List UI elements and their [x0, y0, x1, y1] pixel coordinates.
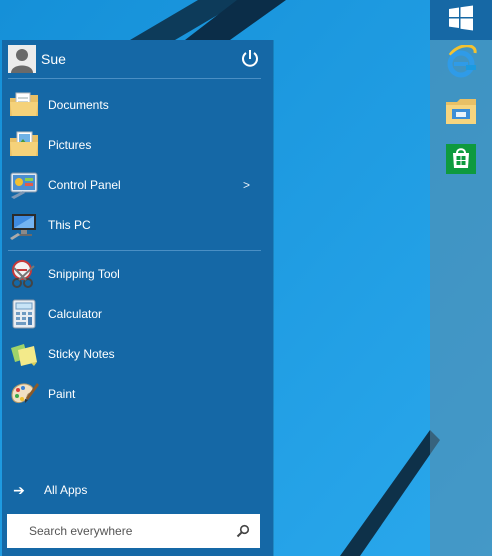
- user-name: Sue: [41, 51, 66, 67]
- start-button[interactable]: [430, 0, 492, 40]
- pictures-folder-icon: [8, 129, 40, 161]
- menu-item-label: This PC: [48, 218, 91, 232]
- menu-item-documents[interactable]: Documents: [6, 86, 270, 124]
- control-panel-icon: [8, 169, 40, 201]
- paint-icon: [8, 378, 40, 410]
- menu-item-sticky-notes[interactable]: Sticky Notes: [6, 335, 270, 373]
- menu-item-paint[interactable]: Paint: [6, 375, 270, 413]
- taskbar: [430, 0, 492, 556]
- windows-start-icon: [448, 5, 474, 36]
- submenu-chevron-icon[interactable]: >: [243, 178, 250, 192]
- power-icon[interactable]: [238, 47, 262, 71]
- menu-item-label: Pictures: [48, 138, 92, 152]
- menu-item-label: Documents: [48, 98, 109, 112]
- menu-item-label: Calculator: [48, 307, 103, 321]
- menu-item-calculator[interactable]: Calculator: [6, 295, 270, 333]
- file-explorer-icon[interactable]: [444, 94, 478, 128]
- user-avatar-icon: [8, 45, 36, 73]
- all-apps-label: All Apps: [44, 483, 88, 497]
- snipping-tool-icon: [8, 258, 40, 290]
- menu-item-control-panel[interactable]: Control Panel >: [6, 166, 270, 204]
- menu-item-snipping-tool[interactable]: Snipping Tool: [6, 255, 270, 293]
- documents-folder-icon: [8, 89, 40, 121]
- menu-item-label: Snipping Tool: [48, 267, 120, 281]
- calculator-icon: [8, 298, 40, 330]
- search-icon[interactable]: [236, 524, 250, 538]
- menu-item-this-pc[interactable]: This PC: [6, 206, 270, 244]
- menu-item-pictures[interactable]: Pictures: [6, 126, 270, 164]
- divider: [8, 78, 261, 79]
- internet-explorer-icon[interactable]: [444, 44, 478, 79]
- arrow-right-icon: ➔: [13, 481, 25, 498]
- menu-item-label: Paint: [48, 387, 76, 401]
- search-box[interactable]: [7, 514, 260, 548]
- search-input[interactable]: [27, 515, 241, 547]
- menu-item-label: Sticky Notes: [48, 347, 115, 361]
- sticky-notes-icon: [8, 338, 40, 370]
- start-menu: Sue Documents Pictures Control Panel > T…: [2, 40, 273, 556]
- all-apps-button[interactable]: ➔ All Apps: [8, 478, 208, 502]
- user-account[interactable]: Sue: [8, 44, 262, 74]
- this-pc-icon: [8, 209, 40, 241]
- store-icon[interactable]: [444, 142, 478, 176]
- menu-item-label: Control Panel: [48, 178, 121, 192]
- divider: [8, 250, 261, 251]
